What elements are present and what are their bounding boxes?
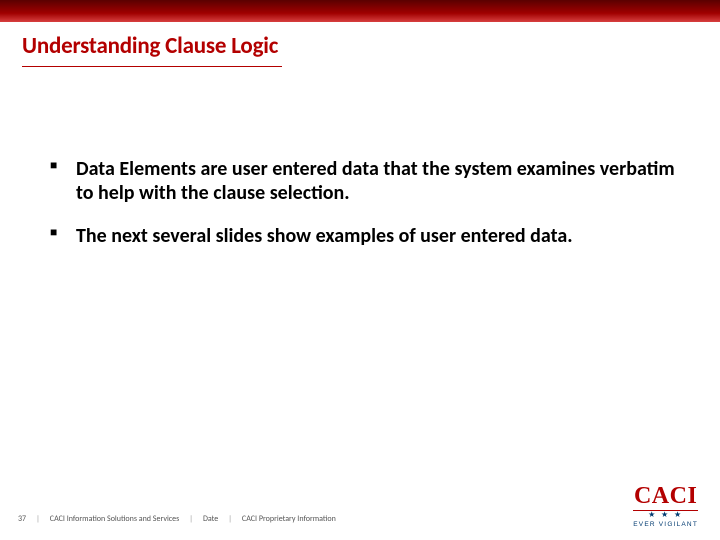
page-number: 37 [18,514,26,524]
company-logo: CACI ★ ★ ★ EVER VIGILANT [633,484,698,528]
footer-separator: | [189,514,193,524]
logo-stars-icon: ★ ★ ★ [633,510,698,520]
footer-date: Date [203,514,218,524]
footer: 37 | CACI Information Solutions and Serv… [0,498,720,540]
bullet-item: Data Elements are user entered data that… [50,157,682,206]
bullet-list: Data Elements are user entered data that… [50,157,682,248]
header-gradient-bar [0,0,720,22]
slide-title: Understanding Clause Logic [22,32,698,60]
footer-org: CACI Information Solutions and Services [50,514,179,524]
bullet-item: The next several slides show examples of… [50,224,682,248]
footer-separator: | [228,514,232,524]
footer-left: 37 | CACI Information Solutions and Serv… [18,514,336,524]
logo-tagline: EVER VIGILANT [633,521,698,528]
title-area: Understanding Clause Logic [0,22,720,67]
footer-classification: CACI Proprietary Information [242,514,336,524]
slide: Understanding Clause Logic Data Elements… [0,0,720,540]
logo-text: CACI [633,484,698,508]
content-area: Data Elements are user entered data that… [0,67,720,248]
footer-separator: | [36,514,40,524]
